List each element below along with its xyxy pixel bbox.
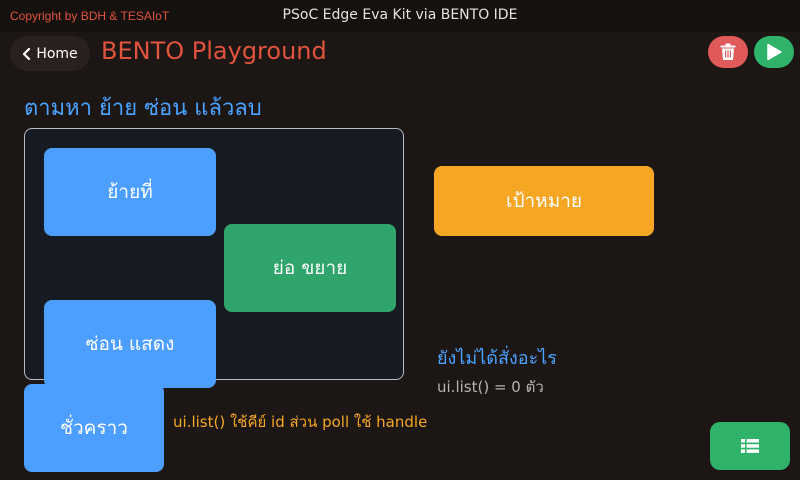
play-icon (767, 43, 782, 61)
resize-tile[interactable]: ย่อ ขยาย (224, 224, 396, 312)
list-button[interactable] (710, 422, 790, 470)
trash-icon (720, 43, 736, 60)
status-count: ui.list() = 0 ตัว (437, 378, 544, 396)
window-title: PSoC Edge Eva Kit via BENTO IDE (282, 7, 518, 23)
temporary-tile[interactable]: ชั่วคราว (24, 384, 164, 472)
list-icon (741, 439, 759, 453)
move-tile[interactable]: ย้ายที่ (44, 148, 216, 236)
chevron-left-icon (23, 47, 31, 60)
top-bar: Copyright by BDH & TESAIoT PSoC Edge Eva… (0, 0, 800, 32)
home-button-label: Home (36, 45, 78, 62)
hide-show-tile[interactable]: ซ่อน แสดง (44, 300, 216, 388)
app-title: BENTO Playground (101, 37, 327, 65)
hint-text: ui.list() ใช้คีย์ id ส่วน poll ใช้ handl… (173, 413, 428, 431)
status-title: ยังไม่ได้สั่งอะไร (437, 348, 557, 369)
target-tile[interactable]: เป้าหมาย (434, 166, 654, 236)
home-button[interactable]: Home (10, 36, 90, 71)
run-button[interactable] (754, 36, 794, 68)
section-title: ตามหา ย้าย ซ่อน แล้วลบ (24, 96, 262, 121)
delete-button[interactable] (708, 36, 748, 68)
